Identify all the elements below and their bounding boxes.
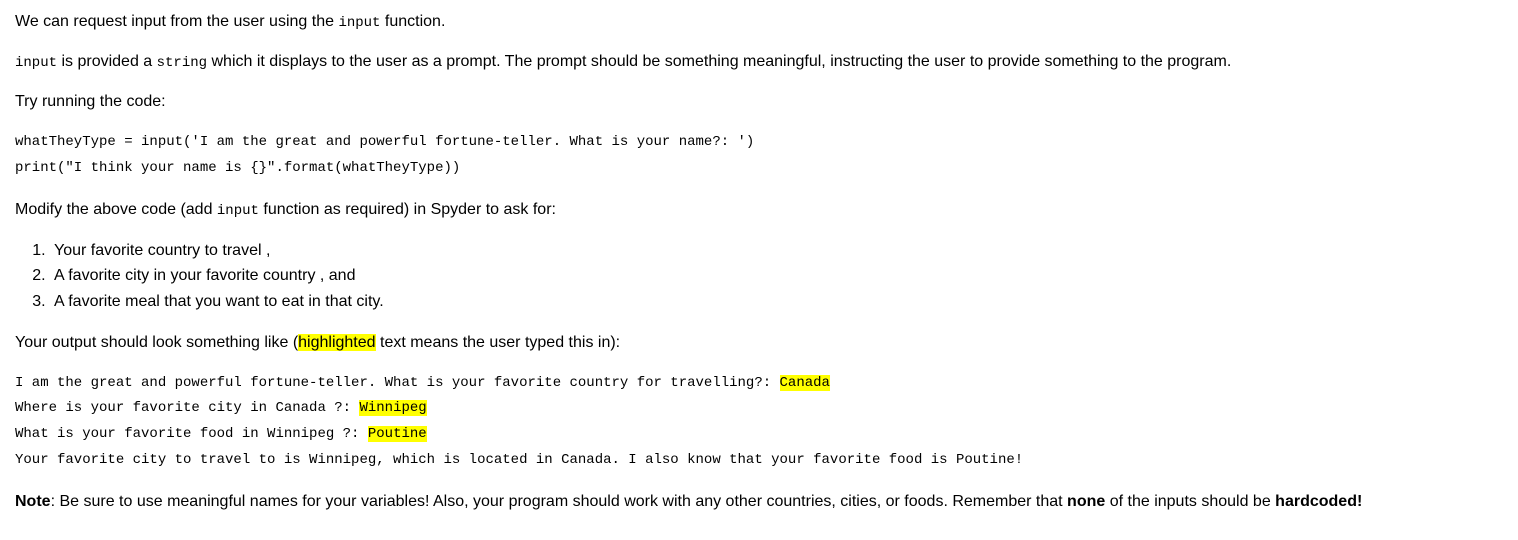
text: which it displays to the user as a promp…: [207, 53, 1231, 70]
inline-code-input: input: [338, 15, 380, 31]
text: : Be sure to use meaningful names for yo…: [51, 493, 1067, 510]
emphasis-hardcoded: hardcoded!: [1275, 493, 1362, 510]
output-line: I am the great and powerful fortune-tell…: [15, 371, 1503, 397]
text: text means the user typed this in):: [376, 334, 621, 351]
code-example-block: whatTheyType = input('I am the great and…: [15, 130, 1503, 182]
user-input: Poutine: [368, 426, 427, 442]
output-line: Your favorite city to travel to is Winni…: [15, 448, 1503, 474]
highlighted-word: highlighted: [298, 334, 375, 351]
intro-paragraph-2: input is provided a string which it disp…: [15, 50, 1503, 74]
text: of the inputs should be: [1105, 493, 1275, 510]
prompt-text: Where is your favorite city in Canada ?:: [15, 400, 359, 416]
list-item: A favorite city in your favorite country…: [50, 263, 1503, 289]
list-item: A favorite meal that you want to eat in …: [50, 289, 1503, 315]
text: function.: [380, 13, 445, 30]
output-intro: Your output should look something like (…: [15, 331, 1503, 355]
note-label: Note: [15, 493, 51, 510]
text: is provided a: [57, 53, 157, 70]
text: Your output should look something like (: [15, 334, 298, 351]
inline-code-input: input: [15, 55, 57, 71]
text: Modify the above code (add: [15, 201, 217, 218]
list-item: Your favorite country to travel ,: [50, 238, 1503, 264]
prompt-text: What is your favorite food in Winnipeg ?…: [15, 426, 368, 442]
text: function as required) in Spyder to ask f…: [259, 201, 556, 218]
modify-instruction: Modify the above code (add input functio…: [15, 198, 1503, 222]
prompt-text: I am the great and powerful fortune-tell…: [15, 375, 780, 391]
inline-code-input: input: [217, 203, 259, 219]
try-running-label: Try running the code:: [15, 90, 1503, 114]
note-paragraph: Note: Be sure to use meaningful names fo…: [15, 490, 1503, 514]
emphasis-none: none: [1067, 493, 1105, 510]
text: We can request input from the user using…: [15, 13, 338, 30]
output-line: Where is your favorite city in Canada ?:…: [15, 396, 1503, 422]
user-input: Winnipeg: [359, 400, 426, 416]
output-line: What is your favorite food in Winnipeg ?…: [15, 422, 1503, 448]
inline-code-string: string: [157, 55, 207, 71]
requirements-list: Your favorite country to travel , A favo…: [50, 238, 1503, 315]
sample-output-block: I am the great and powerful fortune-tell…: [15, 371, 1503, 475]
intro-paragraph-1: We can request input from the user using…: [15, 10, 1503, 34]
user-input: Canada: [780, 375, 830, 391]
